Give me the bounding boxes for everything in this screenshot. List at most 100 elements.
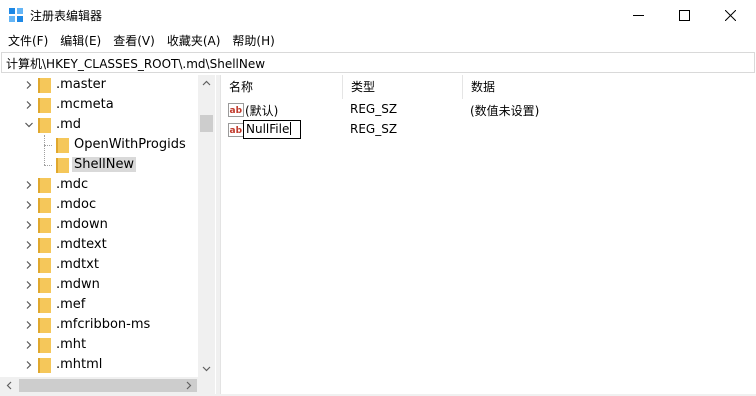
folder-icon [56, 138, 69, 153]
column-header-type[interactable]: 类型 [343, 75, 463, 99]
tree-item[interactable]: OpenWithProgids [0, 135, 198, 155]
tree-vertical-scroll-thumb[interactable] [200, 115, 213, 132]
column-header-data[interactable]: 数据 [463, 75, 756, 99]
tree-vertical-scrollbar[interactable] [198, 75, 215, 377]
scroll-right-icon[interactable] [184, 381, 193, 390]
text-caret [290, 122, 292, 135]
tree-item[interactable]: .mdown [0, 215, 198, 235]
chevron-right-icon[interactable] [24, 100, 34, 110]
menu-file[interactable]: 文件(F) [0, 31, 54, 51]
svg-text:ab: ab [230, 126, 243, 136]
registry-editor-icon [9, 8, 23, 22]
value-name: (默认) [245, 104, 279, 118]
maximize-icon [678, 9, 690, 21]
folder-icon [38, 238, 51, 253]
chevron-right-icon[interactable] [24, 260, 34, 270]
menu-view[interactable]: 查看(V) [107, 31, 161, 51]
minimize-icon [632, 14, 644, 16]
close-icon [724, 9, 736, 21]
folder-icon [38, 98, 51, 113]
value-data: (数值未设置) [470, 104, 540, 118]
chevron-right-icon[interactable] [24, 240, 34, 250]
chevron-right-icon[interactable] [24, 280, 34, 290]
window-title: 注册表编辑器 [30, 9, 103, 23]
tree-item-label: .md [56, 117, 82, 132]
rename-input[interactable]: NullFile [243, 120, 301, 139]
chevron-right-icon[interactable] [24, 340, 34, 350]
string-value-icon: ab [228, 103, 244, 117]
tree-connector-branch [44, 165, 52, 166]
tree-item-label: .master [56, 77, 106, 92]
column-header-name[interactable]: 名称 [221, 75, 343, 99]
tree-item[interactable]: .mfcribbon-ms [0, 315, 198, 335]
svg-text:ab: ab [230, 106, 243, 116]
tree-item[interactable]: .mht [0, 335, 198, 355]
folder-icon [38, 118, 51, 133]
string-value-icon: ab [228, 123, 244, 137]
folder-icon [38, 338, 51, 353]
tree-item-label: .mht [56, 337, 87, 352]
chevron-right-icon[interactable] [24, 220, 34, 230]
tree-item-label: .mdoc [56, 197, 97, 212]
menu-bar: 文件(F) 编辑(E) 查看(V) 收藏夹(A) 帮助(H) [0, 31, 756, 51]
menu-edit[interactable]: 编辑(E) [54, 31, 107, 51]
folder-icon [38, 278, 51, 293]
chevron-right-icon[interactable] [24, 80, 34, 90]
value-row[interactable]: ab NullFile REG_SZ [221, 120, 756, 140]
tree-item[interactable]: .mhtml [0, 355, 198, 375]
folder-icon [38, 78, 51, 93]
tree-item-label: .mdown [56, 217, 108, 232]
chevron-right-icon[interactable] [24, 320, 34, 330]
tree-item-label: .mdtxt [56, 257, 99, 272]
menu-favorites[interactable]: 收藏夹(A) [161, 31, 227, 51]
tree-item[interactable]: .mdtext [0, 235, 198, 255]
rename-input-text: NullFile [246, 122, 290, 136]
tree-item-label: OpenWithProgids [74, 137, 186, 152]
scroll-left-icon[interactable] [5, 381, 14, 390]
chevron-right-icon[interactable] [24, 300, 34, 310]
title-bar: 注册表编辑器 [0, 0, 756, 30]
chevron-right-icon[interactable] [24, 200, 34, 210]
tree-item-label: .mcmeta [56, 97, 114, 112]
value-list: 名称 类型 数据 ab (默认) REG_SZ (数值未设置) ab NullF… [220, 75, 756, 396]
tree-item-label: .mfcribbon-ms [56, 317, 151, 332]
folder-icon [56, 158, 69, 173]
chevron-down-icon[interactable] [24, 120, 34, 130]
tree-item[interactable]: .master [0, 75, 198, 95]
tree-item[interactable]: .mdtxt [0, 255, 198, 275]
list-header: 名称 类型 数据 [221, 75, 756, 99]
key-tree: .master .mcmeta .md OpenWithProgids ShellNew… [0, 75, 216, 396]
scroll-down-icon[interactable] [202, 364, 211, 373]
tree-item-label: .mdc [56, 177, 89, 192]
folder-icon [38, 198, 51, 213]
tree-item[interactable]: .mdwn [0, 275, 198, 295]
folder-icon [38, 358, 51, 373]
tree-item[interactable]: .mdc [0, 175, 198, 195]
menu-help[interactable]: 帮助(H) [226, 31, 280, 51]
value-row[interactable]: ab (默认) REG_SZ (数值未设置) [221, 100, 756, 120]
tree-item[interactable]: ShellNew [0, 155, 198, 175]
chevron-right-icon[interactable] [24, 360, 34, 370]
minimize-button[interactable] [615, 0, 661, 30]
tree-horizontal-scroll-thumb[interactable] [19, 379, 197, 392]
maximize-button[interactable] [661, 0, 707, 30]
tree-item[interactable]: .mdoc [0, 195, 198, 215]
tree-item[interactable]: .mcmeta [0, 95, 198, 115]
folder-icon [38, 298, 51, 313]
tree-horizontal-scrollbar[interactable] [0, 377, 215, 394]
close-button[interactable] [707, 0, 753, 30]
scroll-corner [198, 377, 215, 394]
scroll-up-icon[interactable] [202, 79, 211, 88]
tree-connector-line [44, 135, 45, 165]
chevron-right-icon[interactable] [24, 180, 34, 190]
value-type: REG_SZ [350, 122, 398, 136]
folder-icon [38, 218, 51, 233]
tree-item-label: .mdwn [56, 277, 100, 292]
tree-connector-branch [44, 145, 52, 146]
address-bar[interactable]: 计算机\HKEY_CLASSES_ROOT\.md\ShellNew [1, 52, 755, 73]
folder-icon [38, 258, 51, 273]
folder-icon [38, 178, 51, 193]
tree-item[interactable]: .mef [0, 295, 198, 315]
tree-item[interactable]: .md [0, 115, 198, 135]
value-type: REG_SZ [350, 102, 398, 116]
